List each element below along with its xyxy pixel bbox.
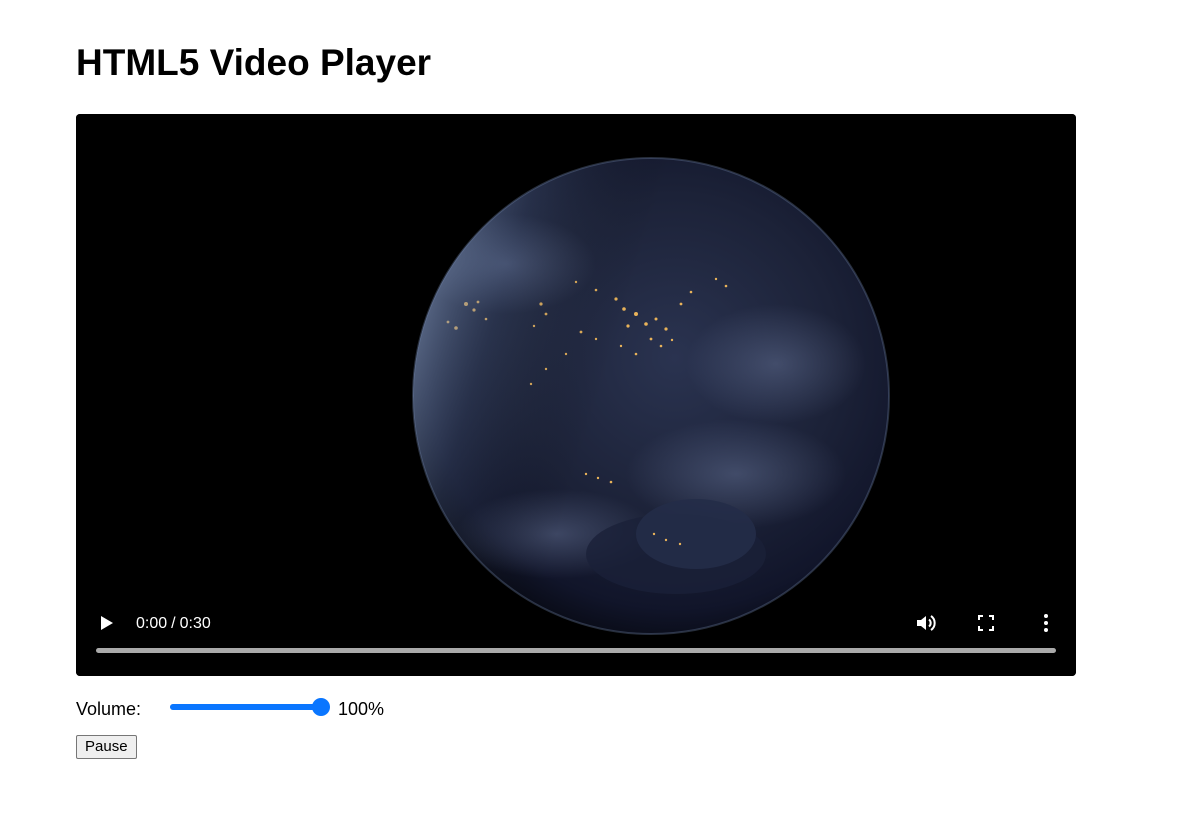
volume-slider-thumb[interactable] (312, 698, 330, 716)
page-title: HTML5 Video Player (76, 42, 432, 83)
more-vertical-icon[interactable] (1034, 611, 1058, 635)
video-player[interactable]: 0:00/0:30 (76, 114, 1076, 676)
volume-slider-fill (170, 704, 321, 710)
volume-value: 100% (338, 699, 385, 719)
video-controls: 0:00/0:30 (76, 596, 1076, 676)
volume-slider[interactable] (170, 697, 330, 717)
time-display: 0:00/0:30 (136, 614, 211, 634)
volume-label: Volume: (76, 699, 142, 719)
volume-up-icon[interactable] (914, 611, 938, 635)
duration: 0:30 (179, 615, 211, 632)
pause-button[interactable]: Pause (76, 735, 137, 759)
fullscreen-icon[interactable] (974, 611, 998, 635)
current-time: 0:00 (136, 615, 168, 632)
earth-video-frame[interactable] (76, 114, 1076, 676)
seek-bar[interactable] (96, 648, 1056, 653)
play-icon[interactable] (96, 613, 116, 633)
time-separator: / (171, 615, 176, 632)
